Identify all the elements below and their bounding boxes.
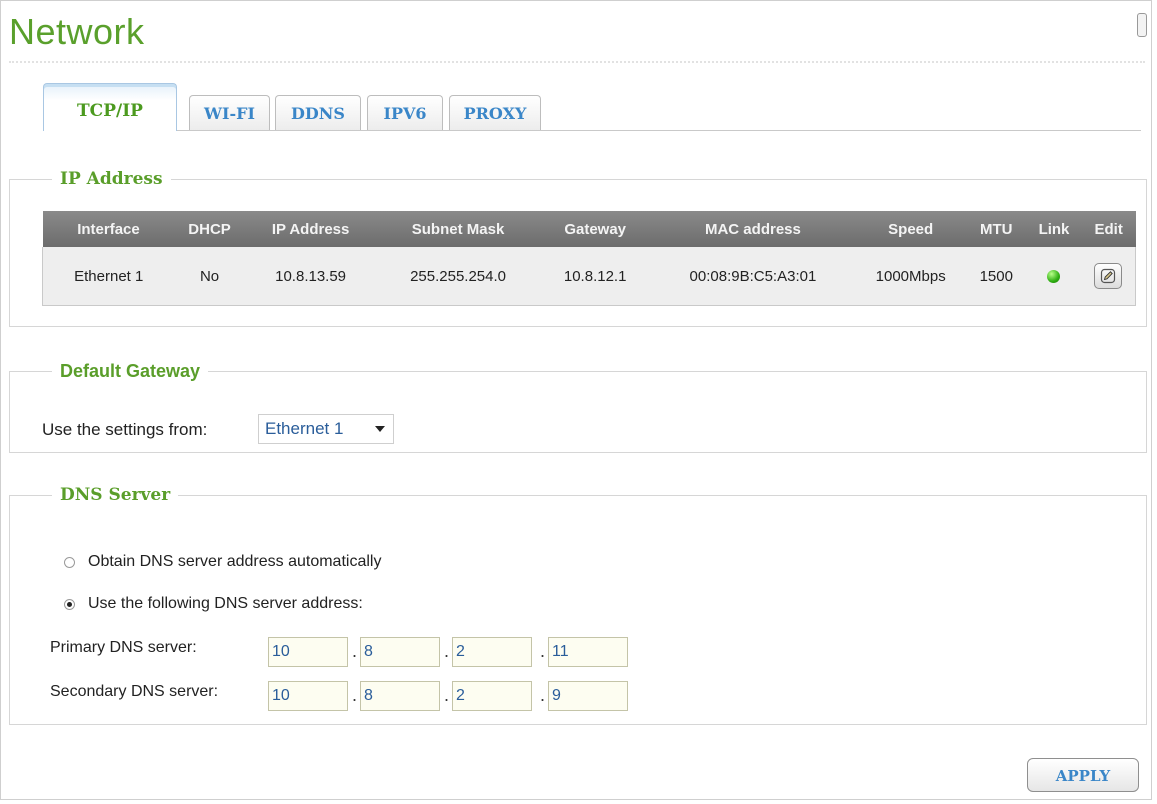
cell-gateway: 10.8.12.1 [539, 247, 651, 306]
default-gateway-section: Default Gateway Use the settings from: E… [9, 361, 1147, 453]
column-header-edit: Edit [1081, 211, 1136, 247]
secondary-dns-octet-3[interactable]: 2 [452, 681, 532, 711]
octet-separator: . [444, 685, 450, 705]
dns-manual-radio[interactable] [64, 599, 75, 610]
cell-edit [1081, 247, 1136, 306]
network-panel: Network TCP/IP WI-FI DDNS IPV6 PROXY IP … [0, 0, 1152, 800]
cell-link [1026, 247, 1082, 306]
primary-dns-octet-4[interactable]: 11 [548, 637, 628, 667]
secondary-dns-octet-1[interactable]: 10 [268, 681, 348, 711]
gateway-source-value: Ethernet 1 [265, 419, 344, 438]
table-header-row: Interface DHCP IP Address Subnet Mask Ga… [42, 211, 1136, 247]
tab-ddns[interactable]: DDNS [275, 95, 361, 131]
column-header-gateway: Gateway [539, 211, 651, 247]
column-header-mtu: MTU [966, 211, 1027, 247]
octet-separator: . [540, 685, 546, 705]
tab-wifi[interactable]: WI-FI [189, 95, 270, 131]
cell-subnet-mask: 255.255.254.0 [376, 247, 540, 306]
cell-mtu: 1500 [966, 247, 1027, 306]
column-header-subnet-mask: Subnet Mask [376, 211, 540, 247]
cell-speed: 1000Mbps [855, 247, 967, 306]
link-status-icon [1047, 270, 1061, 284]
primary-dns-octet-3[interactable]: 2 [452, 637, 532, 667]
primary-dns-octet-1[interactable]: 10 [268, 637, 348, 667]
tab-proxy[interactable]: PROXY [449, 95, 541, 131]
octet-separator: . [352, 685, 358, 705]
gateway-source-label: Use the settings from: [42, 420, 208, 439]
column-header-interface: Interface [42, 211, 175, 247]
chevron-down-icon [375, 426, 385, 432]
dns-auto-label: Obtain DNS server address automatically [88, 553, 382, 570]
column-header-mac-address: MAC address [650, 211, 855, 247]
pencil-icon [1101, 268, 1116, 284]
column-header-dhcp: DHCP [174, 211, 245, 247]
ip-address-legend: IP Address [60, 169, 163, 189]
tab-baseline [43, 130, 1141, 131]
title-divider [9, 61, 1145, 63]
dns-server-section: DNS Server Obtain DNS server address aut… [9, 485, 1147, 725]
octet-separator: . [540, 641, 546, 661]
secondary-dns-label: Secondary DNS server: [50, 683, 219, 700]
octet-separator: . [352, 641, 358, 661]
dns-manual-label: Use the following DNS server address: [88, 595, 363, 612]
scrollbar-handle[interactable] [1137, 13, 1147, 37]
cell-dhcp: No [174, 247, 245, 306]
cell-ip-address: 10.8.13.59 [244, 247, 377, 306]
gateway-source-select[interactable]: Ethernet 1 [258, 414, 394, 444]
tab-tcpip[interactable]: TCP/IP [43, 83, 177, 131]
column-header-speed: Speed [855, 211, 967, 247]
page-title: Network [9, 11, 145, 52]
tab-ipv6[interactable]: IPV6 [367, 95, 443, 131]
secondary-dns-octet-2[interactable]: 8 [360, 681, 440, 711]
tab-bar: TCP/IP WI-FI DDNS IPV6 PROXY [43, 83, 1141, 131]
primary-dns-label: Primary DNS server: [50, 639, 197, 656]
table-row: Ethernet 1 No 10.8.13.59 255.255.254.0 1… [42, 247, 1136, 306]
primary-dns-octet-2[interactable]: 8 [360, 637, 440, 667]
column-header-ip-address: IP Address [244, 211, 377, 247]
edit-button[interactable] [1094, 263, 1123, 289]
cell-interface: Ethernet 1 [42, 247, 175, 306]
ip-address-table: Interface DHCP IP Address Subnet Mask Ga… [42, 211, 1136, 306]
cell-mac-address: 00:08:9B:C5:A3:01 [650, 247, 855, 306]
octet-separator: . [444, 641, 450, 661]
apply-button[interactable]: APPLY [1027, 758, 1139, 792]
secondary-dns-octet-4[interactable]: 9 [548, 681, 628, 711]
dns-auto-radio[interactable] [64, 557, 75, 568]
column-header-link: Link [1026, 211, 1082, 247]
ip-address-section: IP Address Interface DHCP IP Address Sub… [9, 169, 1147, 327]
default-gateway-legend: Default Gateway [60, 361, 201, 381]
dns-server-legend: DNS Server [60, 485, 171, 505]
